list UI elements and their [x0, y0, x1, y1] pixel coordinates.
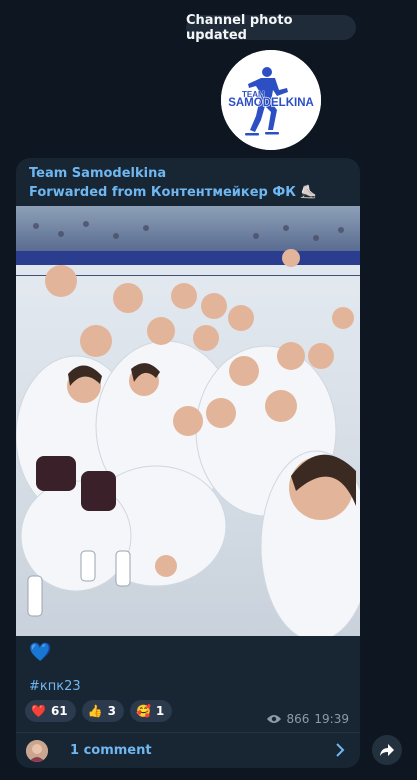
reaction-thumbs-up[interactable]: 👍 3: [81, 700, 124, 722]
views-count: 866: [286, 712, 310, 726]
post-meta: 866 19:39: [266, 712, 349, 726]
group-selfie-photo-icon: [16, 206, 360, 636]
share-button[interactable]: [372, 735, 402, 765]
comments-link[interactable]: 1 comment: [16, 733, 360, 768]
team-samodelkina-logo: TEAM SAMODELKINA: [221, 50, 321, 150]
views-eye-icon: [266, 715, 281, 723]
comments-count-label: 1 comment: [70, 743, 152, 758]
post-sender-name[interactable]: Team Samodelkina: [29, 166, 166, 181]
commenter-avatar-icon: [26, 739, 48, 762]
reaction-heart[interactable]: ❤️ 61: [25, 700, 76, 722]
post-hashtag[interactable]: #кпк23: [29, 679, 81, 694]
channel-photo-updated-notice: Channel photo updated: [186, 12, 356, 43]
reaction-count: 3: [107, 704, 116, 718]
chevron-right-icon: [336, 743, 345, 757]
logo-line2: SAMODELKINA: [228, 97, 314, 109]
reactions-bar: ❤️ 61 👍 3 🥰 1: [25, 700, 173, 722]
reaction-emoji: 🥰: [135, 704, 151, 718]
reaction-smiling-hearts[interactable]: 🥰 1: [129, 700, 173, 722]
reaction-emoji: 👍: [87, 704, 103, 718]
share-arrow-icon: [380, 744, 394, 756]
reaction-count: 61: [50, 704, 68, 718]
post-photo[interactable]: [16, 206, 360, 636]
reaction-emoji: ❤️: [31, 704, 46, 718]
service-message-text: Channel photo updated: [186, 12, 293, 43]
channel-photo[interactable]: TEAM SAMODELKINA: [221, 50, 321, 150]
post-time: 19:39: [314, 712, 349, 726]
forwarded-from-label[interactable]: Forwarded from Контентмейкер ФК ⛸️: [29, 185, 317, 200]
reaction-count: 1: [155, 704, 165, 718]
channel-post: Team Samodelkina Forwarded from Контентм…: [16, 158, 360, 768]
post-body-emoji: 💙: [29, 642, 52, 663]
commenter-avatar: [26, 739, 48, 762]
